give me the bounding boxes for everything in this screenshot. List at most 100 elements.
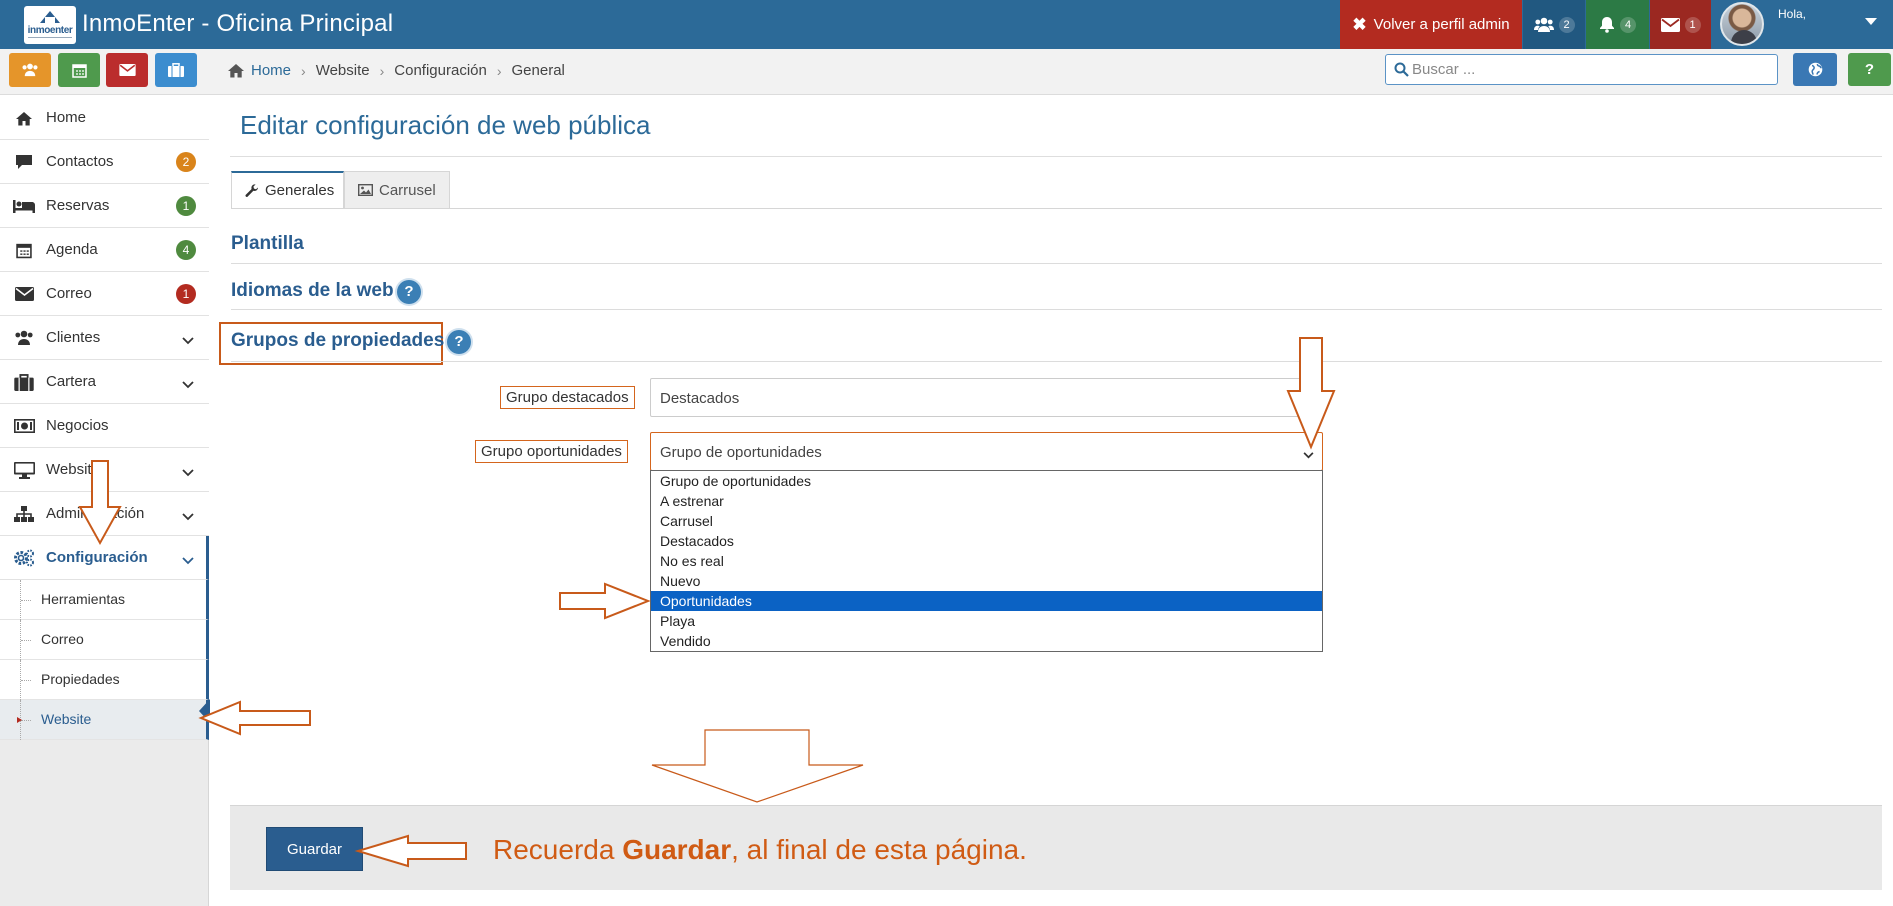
help-button[interactable]: ? [1848, 53, 1891, 86]
grupo-destacados-select[interactable]: Destacados [650, 378, 1323, 417]
sidebar-item-negocios[interactable]: Negocios [0, 404, 209, 448]
select-value: Grupo de oportunidades [660, 444, 822, 461]
calendar-icon [13, 241, 35, 259]
briefcase-icon [168, 63, 184, 77]
sub-toolbar: Home › Website › Configuración › General… [0, 49, 1893, 95]
sidebar-subitem-website[interactable]: Website [0, 700, 209, 740]
chevron-down-icon [1303, 446, 1314, 463]
sidebar-item-home[interactable]: Home [0, 96, 209, 140]
search-field [1385, 54, 1778, 85]
quick-contacts-button[interactable] [9, 53, 51, 87]
quick-portfolio-button[interactable] [155, 53, 197, 87]
logo-text: inmoenter [27, 25, 73, 36]
bed-icon [13, 197, 35, 215]
sidebar-item-label: Reservas [46, 197, 110, 214]
divider [231, 309, 1882, 310]
divider [231, 263, 1882, 264]
money-icon [13, 417, 35, 435]
mail-button[interactable]: 1 [1650, 0, 1711, 49]
globe-icon [1808, 62, 1822, 77]
dropdown-option-selected[interactable]: Oportunidades [651, 591, 1322, 611]
search-input[interactable] [1412, 58, 1767, 81]
count-badge: 1 [176, 284, 196, 304]
breadcrumb: Home › Website › Configuración › General [227, 62, 565, 79]
breadcrumb-home-link[interactable]: Home [251, 62, 291, 79]
sidebar-item-label: Administración [46, 505, 145, 522]
search-icon [1394, 62, 1409, 77]
dropdown-option[interactable]: Playa [651, 611, 1322, 631]
save-reminder-text: Recuerda Guardar, al final de esta págin… [493, 834, 1027, 865]
grupo-oportunidades-select[interactable]: Grupo de oportunidades [650, 432, 1323, 471]
breadcrumb-separator: › [379, 62, 385, 79]
save-button[interactable]: Guardar [266, 827, 363, 871]
home-icon [13, 109, 35, 127]
sidebar-item-contactos[interactable]: Contactos 2 [0, 140, 209, 184]
divider [230, 156, 1882, 157]
annotation-arrow-left [198, 700, 311, 736]
sidebar-item-label: Correo [46, 285, 92, 302]
quick-mail-button[interactable] [106, 53, 148, 87]
user-menu[interactable]: Hola, [1712, 0, 1893, 49]
tab-generales[interactable]: Generales [231, 171, 344, 209]
alerts-count-badge: 4 [1620, 16, 1636, 33]
sidebar-item-label: Cartera [46, 373, 97, 390]
section-grupos[interactable]: Grupos de propiedades [231, 330, 444, 352]
dropdown-option[interactable]: No es real [651, 551, 1322, 571]
grupo-oportunidades-label: Grupo oportunidades [475, 440, 628, 463]
app-logo[interactable]: inmoenter [24, 6, 76, 44]
dropdown-option[interactable]: Grupo de oportunidades [651, 471, 1322, 491]
sidebar-item-label: Website [46, 461, 100, 478]
back-to-admin-button[interactable]: ✖ Volver a perfil admin [1340, 0, 1522, 49]
section-idiomas[interactable]: Idiomas de la web [231, 280, 394, 302]
active-marker-icon [17, 717, 22, 723]
page-title: Editar configuración de web pública [240, 110, 651, 140]
sidebar-item-clientes[interactable]: Clientes [0, 316, 209, 360]
breadcrumb-item-website: Website [315, 62, 370, 79]
envelope-icon [1660, 17, 1680, 32]
sidebar-item-label: Agenda [46, 241, 98, 258]
sidebar-item-agenda[interactable]: Agenda 4 [0, 228, 209, 272]
quick-calendar-button[interactable] [58, 53, 100, 87]
dropdown-option[interactable]: Vendido [651, 631, 1322, 651]
users-notifications-button[interactable]: 2 [1523, 0, 1585, 49]
breadcrumb-item-general: General [511, 62, 565, 79]
chevron-down-icon [182, 464, 194, 482]
sidebar-item-label: Configuración [46, 549, 148, 566]
sitemap-icon [13, 505, 35, 523]
dropdown-option[interactable]: Destacados [651, 531, 1322, 551]
annotation-arrow-down [651, 729, 864, 803]
grupo-destacados-label: Grupo destacados [500, 386, 635, 409]
bell-icon [1600, 17, 1614, 33]
sidebar-item-correo[interactable]: Correo 1 [0, 272, 209, 316]
wrench-icon [245, 183, 259, 198]
sidebar-item-reservas[interactable]: Reservas 1 [0, 184, 209, 228]
breadcrumb-separator: › [301, 62, 306, 79]
sidebar-item-label: Contactos [46, 153, 114, 170]
count-badge: 4 [176, 240, 196, 260]
sidebar-item-website[interactable]: Website [0, 448, 209, 492]
tab-carrusel[interactable]: Carrusel [344, 171, 450, 209]
public-website-button[interactable] [1793, 53, 1837, 86]
chevron-down-icon [182, 508, 194, 526]
count-badge: 1 [176, 196, 196, 216]
help-icon[interactable]: ? [447, 330, 471, 354]
sidebar-item-cartera[interactable]: Cartera [0, 360, 209, 404]
sidebar-item-configuracion[interactable]: Configuración [0, 536, 209, 580]
help-icon[interactable]: ? [397, 280, 421, 304]
sidebar-subitem-correo[interactable]: Correo [0, 620, 209, 660]
count-badge: 2 [176, 152, 196, 172]
dropdown-option[interactable]: A estrenar [651, 491, 1322, 511]
divider [231, 361, 1882, 362]
dropdown-option[interactable]: Nuevo [651, 571, 1322, 591]
caret-down-icon [1865, 18, 1877, 25]
dropdown-option[interactable]: Carrusel [651, 511, 1322, 531]
envelope-icon [118, 64, 136, 76]
sidebar-item-administracion[interactable]: Administración [0, 492, 209, 536]
close-icon: ✖ [1352, 14, 1367, 34]
alerts-button[interactable]: 4 [1586, 0, 1649, 49]
section-plantilla[interactable]: Plantilla [231, 233, 304, 255]
sidebar-nav: Home Contactos 2 Reservas 1 Agenda 4 Cor… [0, 96, 209, 740]
users-icon [22, 63, 38, 77]
sidebar-subitem-propiedades[interactable]: Propiedades [0, 660, 209, 700]
sidebar-subitem-herramientas[interactable]: Herramientas [0, 580, 209, 620]
